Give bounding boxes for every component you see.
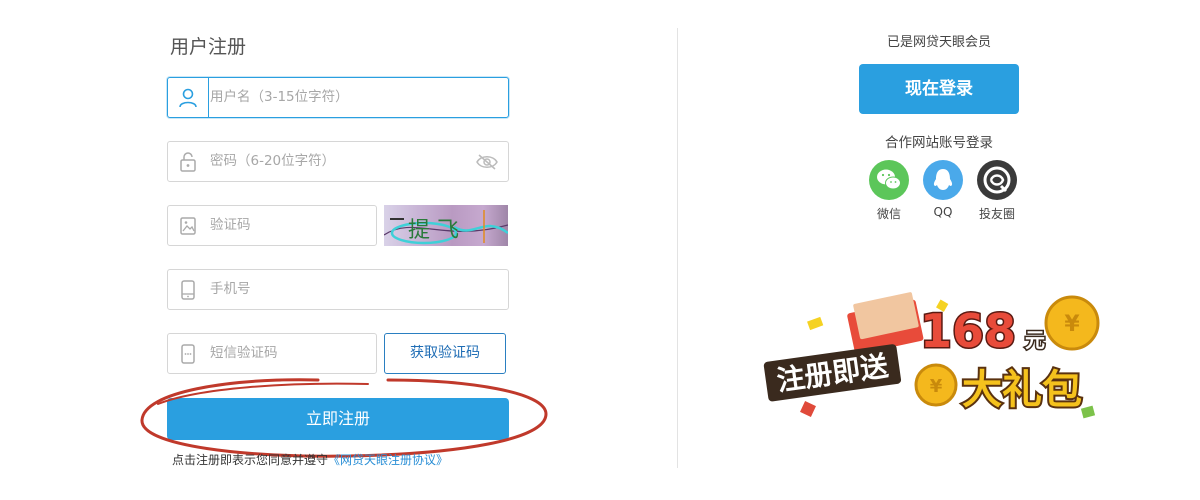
promo-amount: 168	[920, 304, 1016, 358]
wechat-icon	[869, 160, 909, 200]
qq-login[interactable]: QQ	[921, 160, 965, 219]
register-button[interactable]: 立即注册	[167, 398, 509, 440]
sms-code-field[interactable]: 短信验证码	[167, 333, 377, 374]
agreement-prefix: 点击注册即表示您同意并遵守	[172, 453, 329, 467]
captcha-placeholder: 验证码	[210, 217, 251, 233]
touyouquan-icon	[977, 160, 1017, 200]
touyouquan-label: 投友圈	[978, 207, 1015, 221]
username-field[interactable]: 用户名（3-15位字符）	[167, 77, 509, 118]
get-sms-code-button[interactable]: 获取验证码	[384, 333, 506, 374]
agreement-text: 点击注册即表示您同意并遵守《网贷天眼注册协议》	[172, 451, 448, 468]
qq-icon	[923, 160, 963, 200]
promo-unit: 元	[1025, 328, 1045, 352]
user-icon	[177, 87, 199, 109]
sms-code-placeholder: 短信验证码	[210, 345, 278, 361]
qq-label: QQ	[933, 205, 953, 219]
page-title: 用户注册	[170, 36, 247, 58]
eye-hidden-icon[interactable]	[476, 153, 498, 171]
sms-icon	[177, 343, 199, 365]
promo-banner: ¥ ¥ 注册即送 168 元 大礼包	[763, 292, 1100, 419]
wechat-login[interactable]: 微信	[867, 160, 911, 222]
login-now-button[interactable]: 现在登录	[859, 64, 1019, 114]
image-icon	[177, 215, 199, 237]
agreement-link[interactable]: 《网贷天眼注册协议》	[328, 453, 448, 467]
vertical-divider	[677, 28, 678, 468]
lock-icon	[177, 151, 199, 173]
wechat-label: 微信	[876, 207, 901, 221]
captcha-text: 提 飞	[408, 218, 459, 243]
svg-text:¥: ¥	[1064, 312, 1080, 337]
password-field[interactable]: 密码（6-20位字符）	[167, 141, 509, 182]
mobile-icon	[177, 279, 199, 301]
svg-text:¥: ¥	[930, 376, 943, 397]
phone-field[interactable]: 手机号	[167, 269, 509, 310]
partner-login-title: 合作网站账号登录	[885, 135, 993, 151]
touyouquan-login[interactable]: 投友圈	[975, 160, 1019, 222]
password-placeholder: 密码（6-20位字符）	[210, 153, 336, 169]
captcha-image[interactable]: 提 飞	[384, 205, 508, 246]
promo-suffix: 大礼包	[962, 367, 1082, 413]
captcha-field[interactable]: 验证码	[167, 205, 377, 246]
text-caret	[208, 78, 209, 117]
phone-placeholder: 手机号	[210, 281, 251, 297]
member-prompt: 已是网贷天眼会员	[886, 35, 991, 50]
username-placeholder: 用户名（3-15位字符）	[210, 89, 349, 105]
